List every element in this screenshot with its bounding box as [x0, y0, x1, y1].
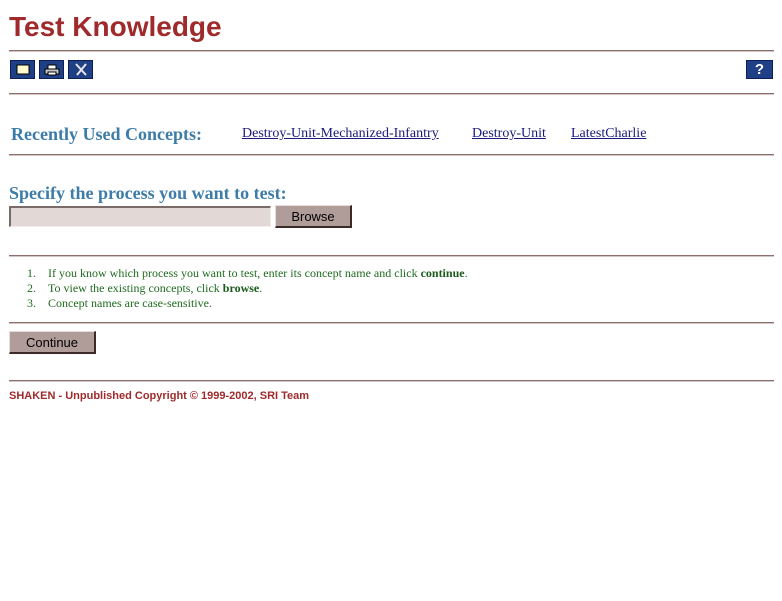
print-button[interactable]	[39, 60, 64, 79]
divider	[9, 255, 774, 257]
instruction-item: 1. If you know which process you want to …	[9, 266, 468, 281]
instruction-text: If you know which process you want to te…	[48, 266, 421, 280]
page-title: Test Knowledge	[9, 11, 222, 42]
divider	[9, 322, 774, 324]
instruction-text: Concept names are case-sensitive.	[48, 296, 212, 310]
divider	[9, 380, 774, 382]
instruction-item: 2. To view the existing concepts, click b…	[9, 281, 468, 296]
help-button[interactable]: ?	[746, 60, 773, 79]
window-button[interactable]	[10, 60, 35, 79]
instruction-number: 2.	[27, 281, 36, 295]
instruction-item: 3. Concept names are case-sensitive.	[9, 296, 468, 311]
recent-concept-link[interactable]: Destroy-Unit-Mechanized-Infantry	[242, 125, 439, 143]
tools-button[interactable]	[68, 60, 93, 79]
divider	[9, 154, 774, 156]
help-icon: ?	[754, 61, 765, 78]
process-name-input[interactable]	[9, 206, 271, 227]
continue-button[interactable]: Continue	[9, 331, 96, 354]
tools-icon	[74, 63, 88, 76]
divider	[9, 93, 774, 95]
browse-button[interactable]: Browse	[275, 205, 352, 228]
copyright-footer: SHAKEN - Unpublished Copyright © 1999-20…	[9, 390, 310, 402]
window-icon	[16, 64, 30, 75]
instructions-list: 1. If you know which process you want to …	[9, 266, 468, 311]
instruction-number: 1.	[27, 266, 36, 280]
recent-concept-link[interactable]: Destroy-Unit	[472, 125, 546, 143]
recent-concept-link[interactable]: LatestCharlie	[571, 125, 646, 143]
instruction-text: .	[259, 281, 263, 295]
instruction-text: .	[464, 266, 468, 280]
instruction-number: 3.	[27, 296, 36, 310]
process-prompt-label: Specify the process you want to test:	[9, 183, 287, 203]
divider	[9, 50, 774, 52]
instruction-keyword: continue	[420, 266, 465, 280]
toolbar: ?	[9, 60, 774, 81]
instruction-text: To view the existing concepts, click	[48, 281, 223, 295]
instruction-keyword: browse	[222, 281, 260, 295]
recent-concepts-label: Recently Used Concepts:	[11, 124, 202, 144]
print-icon	[44, 64, 60, 76]
